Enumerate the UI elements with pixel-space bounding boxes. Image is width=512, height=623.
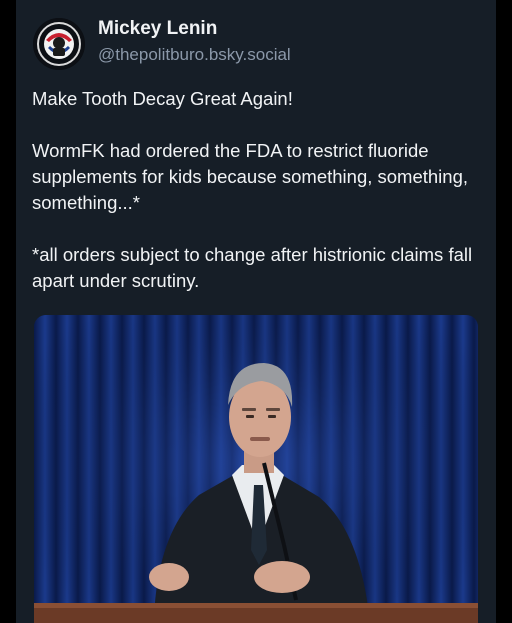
video-frame — [34, 315, 478, 623]
avatar-image — [33, 18, 85, 70]
post-text: Make Tooth Decay Great Again! WormFK had… — [32, 86, 484, 294]
author-name[interactable]: Mickey Lenin — [98, 18, 217, 40]
post-paragraph: Make Tooth Decay Great Again! — [32, 88, 293, 109]
post-paragraph: *all orders subject to change after hist… — [32, 244, 473, 291]
avatar[interactable] — [33, 18, 85, 70]
author-handle[interactable]: @thepolitburo.bsky.social — [98, 45, 291, 65]
post-video[interactable] — [34, 315, 478, 623]
post-paragraph: WormFK had ordered the FDA to restrict f… — [32, 140, 469, 213]
post-card[interactable]: Mickey Lenin @thepolitburo.bsky.social M… — [16, 0, 496, 623]
